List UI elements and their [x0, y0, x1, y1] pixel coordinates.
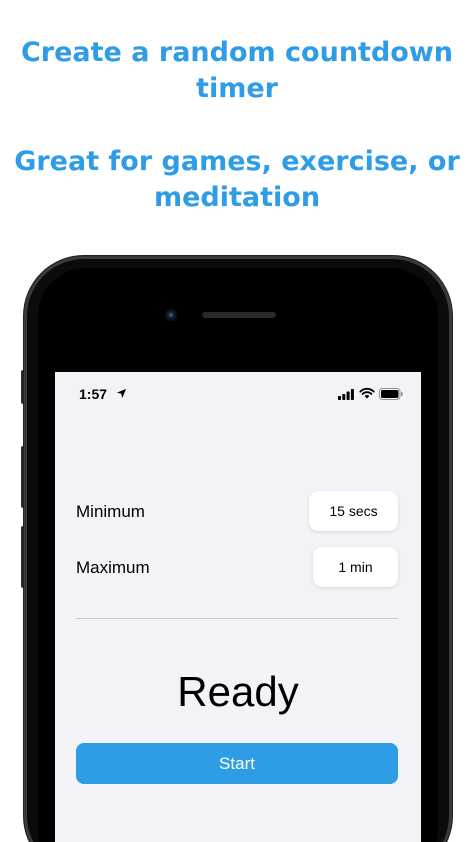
status-bar: 1:57: [55, 372, 421, 416]
maximum-value-button[interactable]: 1 min: [313, 547, 398, 587]
section-divider: [76, 618, 398, 619]
cellular-signal-icon: [338, 389, 354, 400]
minimum-label: Minimum: [76, 502, 145, 521]
promo-headline-2: Great for games, exercise, or meditation: [14, 146, 460, 213]
earpiece-speaker: [202, 312, 276, 318]
status-time: 1:57: [79, 386, 108, 402]
app-screen: 1:57 Minimum 15 secs Maximum 1 min Ready…: [55, 372, 421, 842]
start-button[interactable]: Start: [76, 743, 398, 784]
location-arrow-icon: [116, 388, 127, 399]
minimum-value-button[interactable]: 15 secs: [309, 491, 398, 531]
battery-icon: [379, 388, 403, 400]
front-camera-icon: [165, 309, 177, 321]
timer-status-text: Ready: [177, 668, 299, 715]
promo-headline-1: Create a random countdown timer: [20, 37, 453, 104]
wifi-icon: [359, 387, 375, 399]
maximum-label: Maximum: [76, 558, 150, 577]
